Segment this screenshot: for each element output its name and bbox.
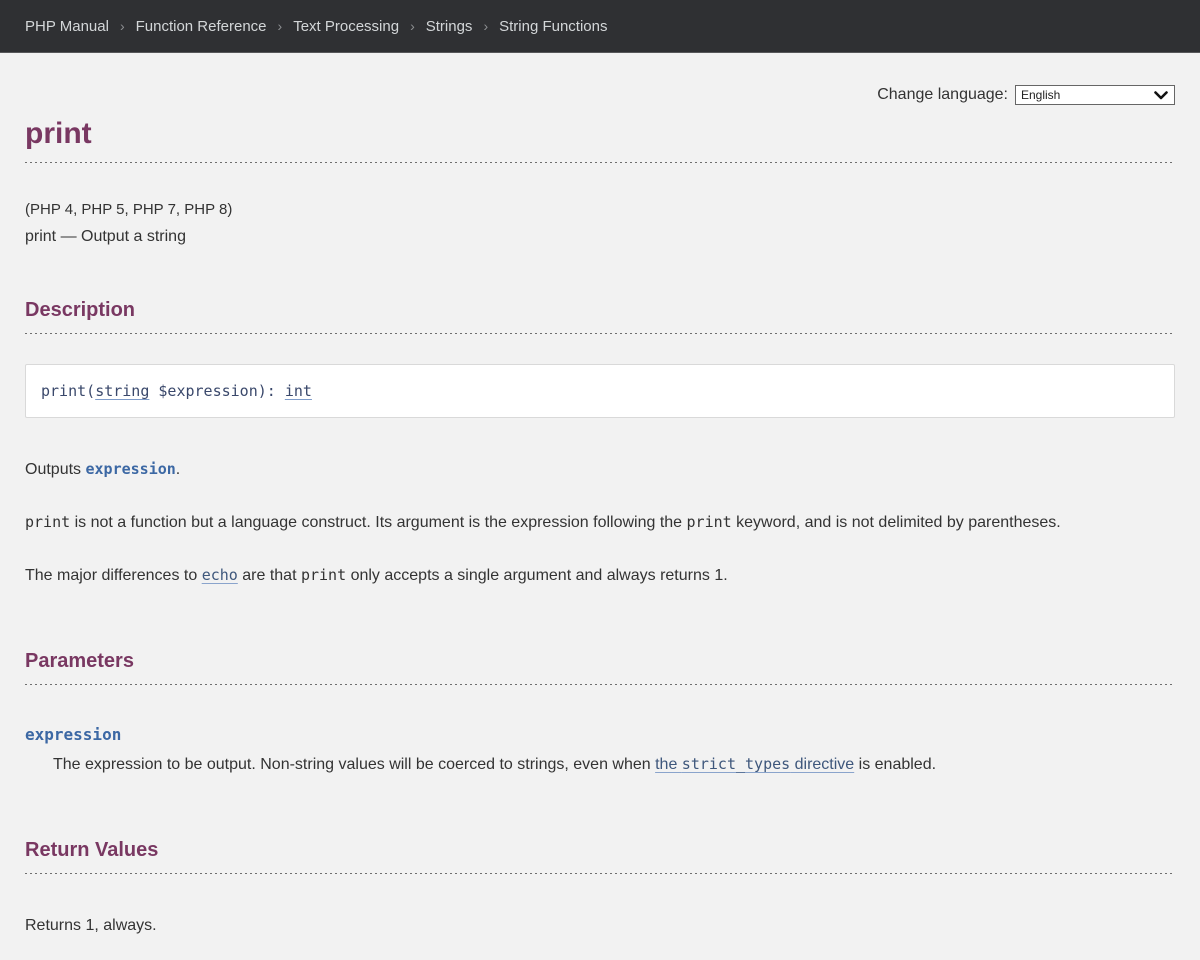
language-selected-value: English: [1021, 88, 1060, 102]
text-run: only accepts a single argument and alway…: [346, 567, 728, 584]
description-heading: Description: [25, 298, 1175, 322]
section-divider: [25, 683, 1175, 685]
text-run: .: [176, 461, 180, 478]
paragraph-language-construct: print is not a function but a language c…: [25, 509, 1175, 536]
breadcrumb-separator-icon: ›: [120, 18, 125, 34]
text-run: directive: [790, 756, 854, 773]
breadcrumb: PHP Manual › Function Reference › Text P…: [25, 18, 608, 35]
inline-code-strict-types: strict_types: [682, 755, 790, 773]
strict-types-directive-link[interactable]: the strict_types directive: [655, 756, 854, 773]
breadcrumb-separator-icon: ›: [410, 18, 415, 34]
paragraph-differences: The major differences to echo are that p…: [25, 562, 1175, 589]
breadcrumb-strings[interactable]: Strings: [426, 18, 473, 35]
section-divider: [25, 161, 1175, 163]
paragraph-outputs: Outputs expression.: [25, 456, 1175, 483]
language-select[interactable]: English: [1015, 85, 1175, 105]
parameter-name: expression: [25, 725, 1175, 744]
breadcrumb-function-reference[interactable]: Function Reference: [136, 18, 267, 35]
page-title: print: [25, 116, 1175, 152]
signature-close: ):: [258, 382, 285, 400]
parameters-heading: Parameters: [25, 649, 1175, 673]
type-link-int[interactable]: int: [285, 382, 312, 400]
return-values-heading: Return Values: [25, 838, 1175, 862]
breadcrumb-separator-icon: ›: [278, 18, 283, 34]
text-run: Outputs: [25, 461, 85, 478]
language-row: Change language: English: [25, 53, 1175, 105]
inline-code-print: print: [25, 513, 70, 531]
paragraph-returns: Returns 1, always.: [25, 912, 1175, 939]
php-version-info: (PHP 4, PHP 5, PHP 7, PHP 8): [25, 196, 1175, 223]
summary-dash: —: [56, 228, 81, 245]
inline-code-echo: echo: [202, 566, 238, 584]
breadcrumb-text-processing[interactable]: Text Processing: [293, 18, 399, 35]
text-run: keyword, and is not delimited by parenth…: [732, 514, 1061, 531]
chevron-down-icon: [1154, 91, 1168, 100]
signature-parameter: $expression: [149, 382, 257, 400]
function-summary: print — Output a string: [25, 223, 1175, 250]
text-run: is not a function but a language constru…: [70, 514, 686, 531]
text-run: the: [655, 756, 682, 773]
echo-link[interactable]: echo: [202, 567, 238, 584]
parameter-reference: expression: [85, 460, 175, 478]
function-purpose: Output a string: [81, 228, 186, 245]
change-language-label: Change language:: [877, 86, 1008, 104]
breadcrumb-php-manual[interactable]: PHP Manual: [25, 18, 109, 35]
main-content: Change language: English print (PHP 4, P…: [0, 53, 1200, 939]
inline-code-print: print: [687, 513, 732, 531]
type-link-string[interactable]: string: [95, 382, 149, 400]
function-name: print: [25, 228, 56, 245]
inline-code-print: print: [301, 566, 346, 584]
text-run: The major differences to: [25, 567, 202, 584]
method-signature-box: print(string $expression): int: [25, 364, 1175, 418]
text-run: is enabled.: [854, 756, 936, 773]
signature-function: print(: [41, 382, 95, 400]
breadcrumb-string-functions[interactable]: String Functions: [499, 18, 607, 35]
breadcrumb-separator-icon: ›: [483, 18, 488, 34]
text-run: are that: [238, 567, 301, 584]
section-divider: [25, 872, 1175, 874]
parameter-list: expression The expression to be output. …: [25, 725, 1175, 778]
section-divider: [25, 332, 1175, 334]
text-run: The expression to be output. Non-string …: [53, 756, 655, 773]
top-navigation-bar: PHP Manual › Function Reference › Text P…: [0, 0, 1200, 53]
parameter-description: The expression to be output. Non-string …: [53, 751, 1175, 778]
